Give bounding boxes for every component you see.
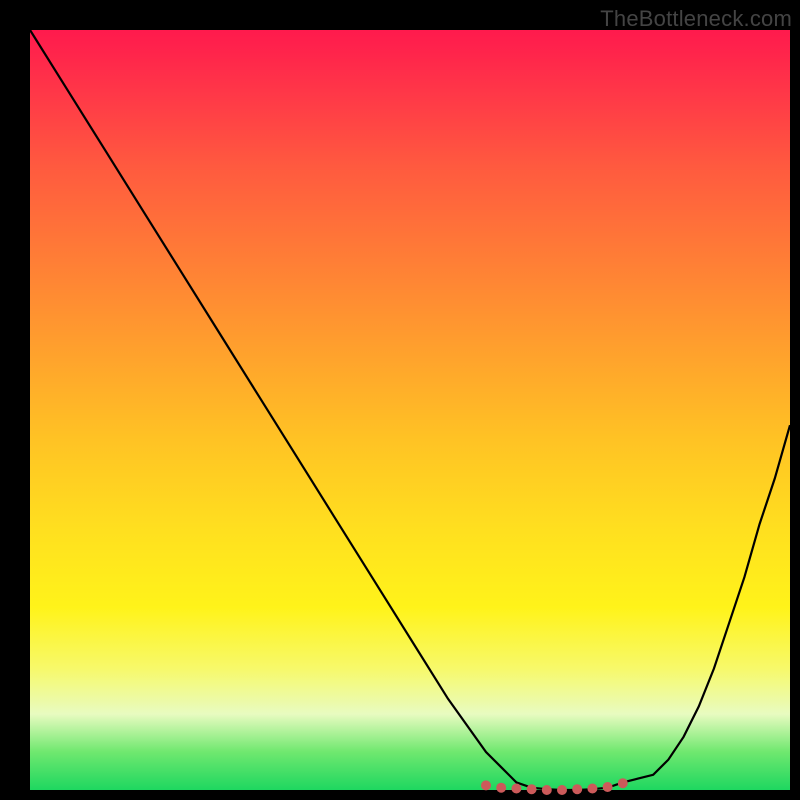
plot-area: [30, 30, 790, 790]
chart-svg: [30, 30, 790, 790]
floor-marker-dot: [496, 783, 506, 793]
chart-frame: TheBottleneck.com: [0, 0, 800, 800]
floor-marker-dot: [618, 778, 628, 788]
watermark-text: TheBottleneck.com: [600, 6, 792, 32]
floor-marker-dot: [572, 784, 582, 794]
floor-marker-dot: [542, 785, 552, 795]
bottleneck-curve: [30, 30, 790, 790]
floor-marker-dot: [587, 784, 597, 794]
floor-marker-dot: [603, 782, 613, 792]
floor-marker-dot: [481, 780, 491, 790]
floor-marker-dot: [557, 785, 567, 795]
floor-marker-dot: [527, 784, 537, 794]
floor-marker-dot: [511, 784, 521, 794]
floor-markers: [481, 778, 628, 795]
